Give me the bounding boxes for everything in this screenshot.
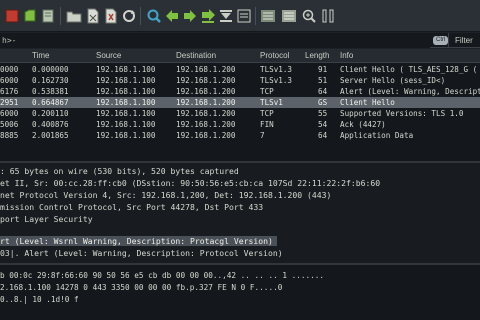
cell-time: 0.538381 — [32, 87, 69, 96]
hex-line[interactable]: b 00:0c 29:8f:66:60 90 50 56 e5 cb db 00… — [0, 271, 324, 280]
stop-capture-icon[interactable] — [4, 8, 20, 24]
capture-options-icon[interactable] — [40, 8, 56, 24]
cell-time: 0.000000 — [32, 65, 69, 74]
packet-row[interactable]: 6176 0.538381 192.168.1.100 192.168.1.20… — [0, 86, 480, 97]
packet-row[interactable]: 5006 0.400876 192.168.1.100 192.168.1.20… — [0, 119, 480, 130]
packet-list-pane: Time Source Destination Protocol Length … — [0, 49, 480, 161]
cell-length: 54 — [318, 120, 328, 129]
cell-source: 192.168.1.100 — [96, 120, 156, 129]
cell-length: 64 — [318, 131, 328, 140]
cell-info: Client Hello ( TLS_AES_128_G ( — [340, 65, 478, 74]
detail-ip-line[interactable]: net Protocol Version 4, Src: 192.168.1,2… — [0, 190, 331, 200]
cell-info: Server Hello (sess_ID<) — [340, 76, 446, 85]
cell-destination: 192.168.1.200 — [176, 131, 236, 140]
reload-file-icon[interactable] — [121, 8, 137, 24]
auto-scroll-icon[interactable] — [281, 8, 297, 24]
cell-no: 6000 — [0, 109, 19, 118]
cell-destination: 192.168.1.200 — [176, 109, 236, 118]
cell-info: Client Hello — [340, 98, 395, 107]
close-file-icon[interactable] — [103, 8, 119, 24]
cell-length: 91 — [318, 65, 328, 74]
cell-no: 2951 — [0, 98, 19, 107]
go-forward-icon[interactable] — [182, 8, 198, 24]
column-header-time[interactable]: Time — [32, 51, 49, 60]
cell-no: 6176 — [0, 87, 19, 96]
go-back-icon[interactable] — [164, 8, 180, 24]
detail-alert-line-selected[interactable]: rt (Level: Wsrnl Warning, Description: P… — [0, 236, 277, 246]
cell-info: Application Data — [340, 131, 414, 140]
cell-protocol: FIN — [260, 120, 274, 129]
packet-list-header: Time Source Destination Protocol Length … — [0, 49, 480, 63]
cell-destination: 192.168.1.200 — [176, 65, 236, 74]
packet-row[interactable]: 0000 0.000000 192.168.1.100 192.168.1.20… — [0, 64, 480, 75]
colorize-icon[interactable] — [260, 8, 276, 24]
cell-source: 192.168.1.100 — [96, 87, 156, 96]
detail-tls-line[interactable]: port Layer Security — [0, 214, 93, 224]
cell-protocol: TLSv1.3 — [260, 76, 293, 85]
cell-protocol: TLSv1.3 — [260, 65, 293, 74]
cell-no: 5006 — [0, 120, 19, 129]
cell-destination: 192.168.1.200 — [176, 98, 236, 107]
display-filter-input[interactable] — [0, 33, 430, 48]
cell-protocol: TCP — [260, 87, 274, 96]
cell-protocol: 7 — [260, 131, 265, 140]
cell-length: 55 — [318, 109, 328, 118]
cell-length: 51 — [318, 76, 328, 85]
packet-row-selected[interactable]: 2951 0.664867 192.168.1.100 192.168.1.20… — [0, 97, 480, 108]
find-packet-icon[interactable] — [146, 8, 162, 24]
filter-shortcut-badge: Ctrl — [433, 36, 449, 45]
cell-no: 6000 — [0, 76, 19, 85]
main-toolbar — [0, 0, 480, 32]
cell-length: 64 — [318, 87, 328, 96]
cell-protocol: TCP — [260, 109, 274, 118]
detail-tcp-line[interactable]: mission Control Protocol, Src Port 44278… — [0, 202, 263, 212]
zoom-in-icon[interactable] — [301, 8, 317, 24]
cell-destination: 192.168.1.200 — [176, 76, 236, 85]
cell-time: 2.001865 — [32, 131, 69, 140]
cell-destination: 192.168.1.200 — [176, 87, 236, 96]
detail-alert-sub-line[interactable]: 03|. Alert (Level: Warning, Description:… — [0, 248, 283, 258]
hex-line[interactable]: 2.168.1.100 14278 0 443 3350 00 00 00 fb… — [0, 283, 282, 292]
cell-source: 192.168.1.100 — [96, 65, 156, 74]
cell-source: 192.168.1.100 — [96, 109, 156, 118]
packet-bytes-pane: b 00:0c 29:8f:66:60 90 50 56 e5 cb db 00… — [0, 265, 480, 320]
column-header-info[interactable]: Info — [340, 51, 353, 60]
open-file-icon[interactable] — [66, 8, 82, 24]
cell-length: GS — [318, 98, 328, 107]
column-header-source[interactable]: Source — [96, 51, 121, 60]
cell-time: 0.200110 — [32, 109, 69, 118]
cell-info: Alert (Level: Warning, Descripti — [340, 87, 480, 96]
cell-source: 192.168.1.100 — [96, 76, 156, 85]
packet-row[interactable]: 6000 0.162730 192.168.1.100 192.168.1.20… — [0, 75, 480, 86]
column-header-protocol[interactable]: Protocol — [260, 51, 289, 60]
resize-columns-icon[interactable] — [320, 8, 336, 24]
save-file-icon[interactable] — [85, 8, 101, 24]
cell-info: Supported Versions: TLS 1.0 — [340, 109, 464, 118]
cell-destination: 192.168.1.200 — [176, 120, 236, 129]
detail-ethernet-line[interactable]: et II, Sr: 00:cc.28:ff:cb0 (DSstion: 90:… — [0, 178, 380, 188]
cell-protocol: TLSv1 — [260, 98, 283, 107]
packet-details-pane: : 65 bytes on wire (530 bits), 520 bytes… — [0, 163, 480, 263]
cell-time: 0.664867 — [32, 98, 69, 107]
cell-source: 192.168.1.100 — [96, 131, 156, 140]
hex-line[interactable]: 0..8.| 10 .1d!0 f — [0, 295, 79, 304]
cell-info: Ack (4427) — [340, 120, 386, 129]
cell-time: 0.162730 — [32, 76, 69, 85]
packet-row[interactable]: 6000 0.200110 192.168.1.100 192.168.1.20… — [0, 108, 480, 119]
detail-frame-line[interactable]: : 65 bytes on wire (530 bits), 520 bytes… — [0, 166, 239, 176]
column-header-length[interactable]: Length — [305, 51, 329, 60]
column-header-destination[interactable]: Destination — [176, 51, 216, 60]
last-packet-icon[interactable] — [236, 8, 252, 24]
cell-source: 192.168.1.100 — [96, 98, 156, 107]
cell-no: 8885 — [0, 131, 19, 140]
first-packet-icon[interactable] — [218, 8, 234, 24]
cell-time: 0.400876 — [32, 120, 69, 129]
restart-capture-icon[interactable] — [22, 8, 38, 24]
display-filter-bar: Ctrl Filter — [0, 33, 480, 48]
go-to-packet-icon[interactable] — [200, 8, 216, 24]
cell-no: 0000 — [0, 65, 19, 74]
filter-apply-button[interactable]: Filter — [448, 33, 480, 48]
packet-row[interactable]: 8885 2.001865 192.168.1.100 192.168.1.20… — [0, 130, 480, 141]
